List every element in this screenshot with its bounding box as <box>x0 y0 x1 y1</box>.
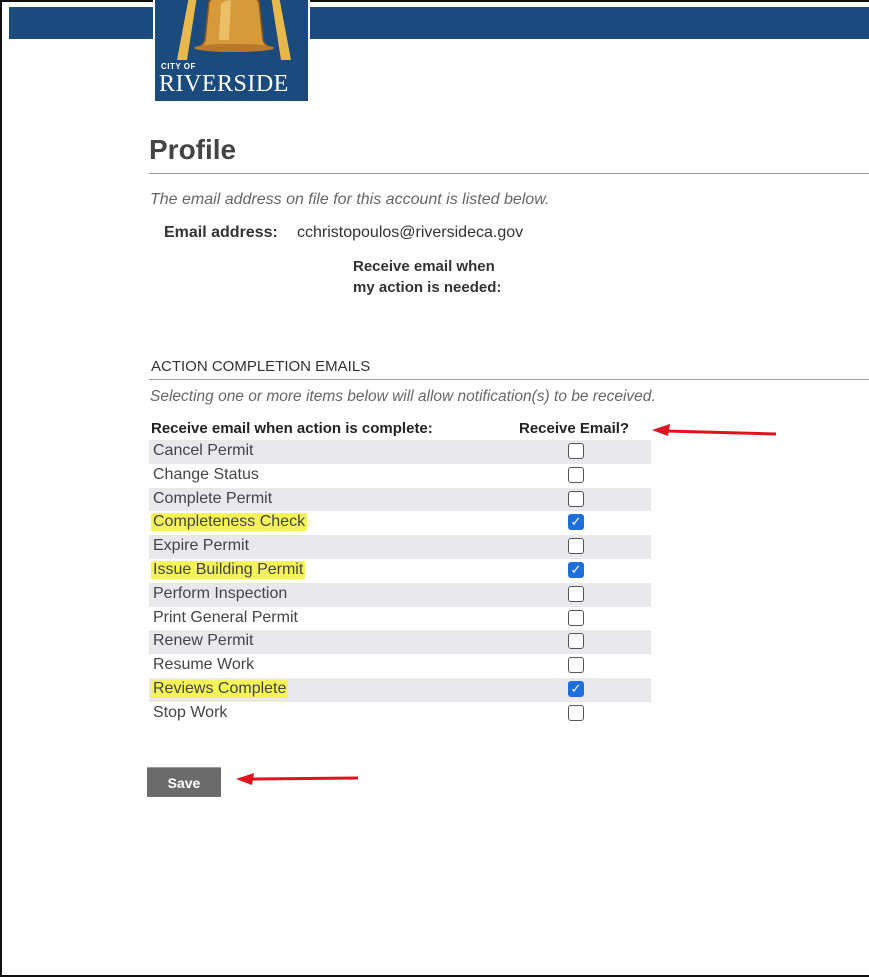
header-bar <box>9 7 869 39</box>
list-item: Renew Permit <box>149 630 651 655</box>
receive-email-checkbox[interactable] <box>568 538 584 555</box>
save-button[interactable]: Save <box>147 767 221 797</box>
list-item: Expire Permit <box>149 535 651 559</box>
receive-email-checkbox[interactable]: ✓ <box>568 514 584 531</box>
action-completion-list: Cancel Permit Change Status Complete Permi… <box>149 440 651 726</box>
action-label: Cancel Permit <box>153 442 254 459</box>
receive-email-checkbox[interactable] <box>568 657 584 674</box>
action-label: Complete Permit <box>153 489 273 507</box>
list-item: Print General Permit <box>149 607 651 631</box>
list-item: Perform Inspection <box>149 582 651 607</box>
action-label: Completeness Check <box>151 513 308 532</box>
action-label: Issue Building Permit <box>151 560 306 579</box>
page-title: Profile <box>149 134 237 165</box>
receive-email-checkbox[interactable] <box>568 443 584 459</box>
annotation-arrow-save <box>236 773 359 785</box>
email-value: cchristopoulos@riversideca.gov <box>297 224 524 241</box>
bell-icon <box>177 0 291 60</box>
list-item: Cancel Permit <box>149 440 651 464</box>
action-label: Perform Inspection <box>153 584 288 602</box>
receive-email-checkbox[interactable] <box>568 466 584 483</box>
action-label: Print General Permit <box>153 608 298 626</box>
logo-small-text: CITY OF <box>161 62 196 71</box>
receive-email-checkbox[interactable] <box>568 609 584 626</box>
receive-email-checkbox[interactable]: ✓ <box>568 680 584 697</box>
title-divider <box>149 173 869 174</box>
list-item: Change Status <box>149 464 651 488</box>
action-label: Renew Permit <box>153 632 254 650</box>
logo-name-text: RIVERSIDE <box>159 71 289 97</box>
list-item: Complete Permit <box>149 487 651 512</box>
action-label: Stop Work <box>153 703 228 721</box>
section-heading: ACTION COMPLETION EMAILS <box>151 358 371 375</box>
receive-email-checkbox[interactable] <box>568 704 584 721</box>
column-header-action: Receive email when action is complete: <box>151 420 433 437</box>
action-label: Expire Permit <box>153 537 250 555</box>
action-label: Change Status <box>153 465 259 483</box>
list-item: Resume Work <box>149 654 651 678</box>
action-label: Reviews Complete <box>151 679 289 698</box>
section-note: Selecting one or more items below will a… <box>150 388 656 405</box>
action-needed-label: Receive email when my action is needed: <box>353 258 502 296</box>
email-label: Email address: <box>164 224 278 241</box>
list-item: Reviews Complete ✓ <box>149 677 651 702</box>
list-item: Issue Building Permit ✓ <box>149 559 651 583</box>
receive-email-checkbox[interactable] <box>568 490 584 507</box>
receive-email-checkbox[interactable] <box>568 633 584 650</box>
action-label: Resume Work <box>153 656 255 674</box>
column-header-receive-email: Receive Email? <box>519 420 630 437</box>
receive-email-checkbox[interactable]: ✓ <box>568 561 584 578</box>
section-divider <box>149 379 869 380</box>
list-item: Completeness Check ✓ <box>149 511 651 535</box>
city-logo[interactable]: CITY OF RIVERSIDE <box>153 0 310 103</box>
intro-text: The email address on file for this accou… <box>150 191 550 208</box>
annotation-arrow-receive-email <box>652 424 777 436</box>
receive-email-checkbox[interactable] <box>568 585 584 602</box>
list-item: Stop Work <box>149 702 651 726</box>
